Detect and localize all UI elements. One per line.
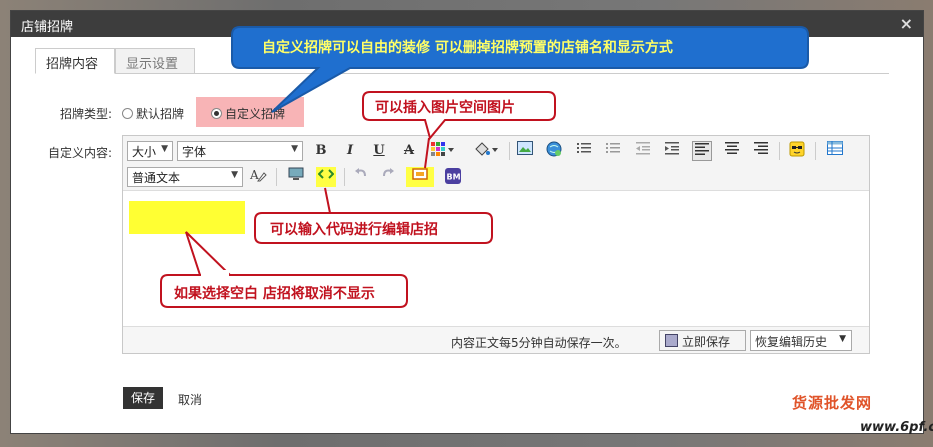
code-edit-pointer bbox=[324, 187, 331, 214]
blank-annotation-text: 如果选择空白 店招将取消不显示 bbox=[174, 286, 375, 302]
tab-signboard-content[interactable]: 招牌内容 bbox=[35, 48, 115, 74]
annotation-callouts bbox=[160, 26, 809, 308]
top-annotation-text: 自定义招牌可以自由的装修 可以删掉招牌预置的店铺名和显示方式 bbox=[262, 40, 673, 56]
watermark-line-1: 货源批发网 bbox=[792, 394, 873, 412]
watermark-line-2: www.6pf.cn bbox=[860, 420, 933, 435]
insert-image-annotation-text: 可以插入图片空间图片 bbox=[375, 100, 515, 116]
insert-image-pointer bbox=[424, 137, 430, 169]
code-edit-annotation-text: 可以输入代码进行编辑店招 bbox=[270, 222, 438, 238]
blank-callout-tail-mask bbox=[201, 270, 229, 278]
blank-callout-tail bbox=[185, 231, 233, 276]
